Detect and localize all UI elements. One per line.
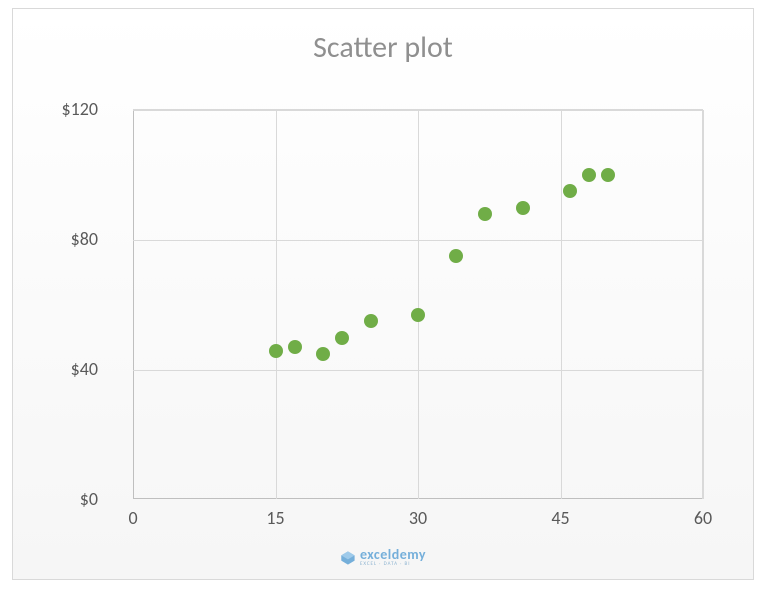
gridline-horizontal: [133, 240, 702, 241]
gridline-vertical: [276, 110, 277, 499]
x-axis-tick-label: 0: [128, 507, 137, 529]
watermark-text: exceldemy EXCEL · DATA · BI: [360, 548, 426, 567]
data-point: [563, 184, 577, 198]
data-point: [601, 168, 615, 182]
data-point: [364, 314, 378, 328]
gridline-horizontal: [133, 110, 702, 111]
x-axis-tick-label: 15: [266, 507, 284, 529]
watermark: exceldemy EXCEL · DATA · BI: [340, 548, 426, 567]
watermark-logo-icon: [340, 550, 356, 566]
gridline-vertical: [418, 110, 419, 499]
plot-area: [133, 109, 703, 499]
data-point: [582, 168, 596, 182]
x-axis-tick-label: 45: [551, 507, 569, 529]
y-axis-tick-label: $80: [38, 228, 98, 250]
gridline-horizontal: [133, 370, 702, 371]
gridline-vertical: [703, 110, 704, 499]
y-axis-line: [133, 110, 134, 499]
gridline-vertical: [561, 110, 562, 499]
watermark-sub: EXCEL · DATA · BI: [360, 562, 426, 567]
data-point: [316, 347, 330, 361]
data-point: [335, 331, 349, 345]
data-point: [269, 344, 283, 358]
y-axis-tick-label: $40: [38, 358, 98, 380]
chart-title: Scatter plot: [13, 9, 753, 66]
data-point: [288, 340, 302, 354]
data-point: [449, 249, 463, 263]
data-point: [478, 207, 492, 221]
data-point: [516, 201, 530, 215]
x-axis-tick-label: 60: [694, 507, 712, 529]
data-point: [411, 308, 425, 322]
y-axis-tick-label: $120: [38, 98, 98, 120]
chart-container: Scatter plot exceldemy EXCEL · DATA · BI…: [12, 8, 754, 580]
x-axis-tick-label: 30: [409, 507, 427, 529]
y-axis-tick-label: $0: [38, 488, 98, 510]
watermark-brand: exceldemy: [360, 548, 426, 562]
